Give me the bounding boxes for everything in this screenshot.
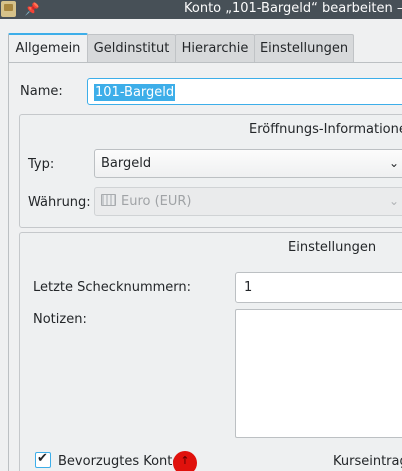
chevron-down-icon: ⌄ [388, 156, 399, 170]
currency-icon [101, 194, 116, 206]
tab-einstellungen[interactable]: Einstellungen [254, 34, 354, 62]
window-title: Konto „101-Bargeld“ bearbeiten — [184, 1, 402, 16]
last-check-number-label: Letzte Schecknummern: [33, 280, 192, 295]
preferred-account-checkbox[interactable]: ✔ [35, 451, 51, 468]
price-entry-label: Kurseintrag [333, 454, 402, 469]
currency-label: Währung: [28, 195, 91, 210]
notes-label: Notizen: [33, 312, 87, 327]
preferred-account-label[interactable]: Bevorzugtes Konto [58, 454, 180, 469]
opening-info-title: Eröffnungs-Informatione [249, 122, 402, 137]
cursor-marker-icon: ↑ [173, 451, 197, 471]
last-check-number-value: 1 [244, 280, 253, 295]
app-icon[interactable] [1, 1, 16, 17]
chevron-down-icon: ⌄ [388, 194, 399, 208]
tab-geldinstitut[interactable]: Geldinstitut [87, 34, 176, 62]
tab-hierarchie[interactable]: Hierarchie [175, 34, 255, 62]
type-label: Typ: [28, 157, 55, 172]
currency-select: Euro (EUR) ⌄ [94, 187, 402, 216]
pin-icon[interactable]: 📌 [24, 0, 40, 19]
name-label: Name: [20, 84, 63, 99]
currency-select-value: Euro (EUR) [121, 194, 192, 209]
arrow-up-icon: ↑ [180, 454, 190, 467]
checkmark-icon: ✔ [37, 451, 48, 466]
last-check-number-input[interactable]: 1 [235, 272, 402, 303]
tab-allgemein[interactable]: Allgemein [8, 33, 88, 64]
notes-textarea[interactable] [235, 309, 402, 438]
type-select-value: Bargeld [101, 156, 152, 171]
title-bar[interactable]: 📌 Konto „101-Bargeld“ bearbeiten — [0, 0, 402, 19]
name-input[interactable]: 101-Bargeld [87, 78, 402, 105]
name-input-value: 101-Bargeld [94, 84, 176, 101]
edit-account-dialog: 📌 Konto „101-Bargeld“ bearbeiten — Allge… [0, 0, 402, 471]
settings-group-title: Einstellungen [288, 240, 377, 255]
type-select[interactable]: Bargeld ⌄ [94, 149, 402, 178]
